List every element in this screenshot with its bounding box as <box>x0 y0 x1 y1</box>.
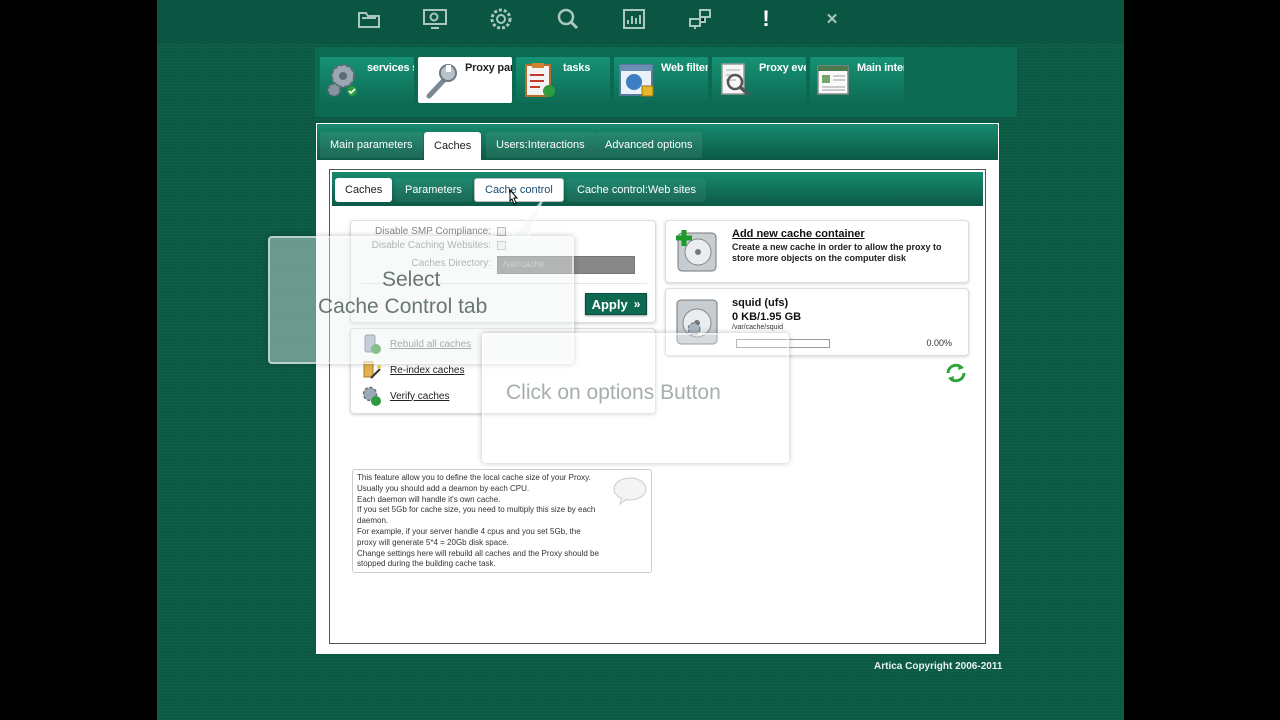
main-tab-bar: Main parameters Caches Users:Interaction… <box>317 124 998 160</box>
help-line: For example, if your server handle 4 cpu… <box>357 526 581 536</box>
magnifier-doc-icon <box>721 63 751 97</box>
chevron-right-icon: » <box>633 297 641 311</box>
cache-usage: 0 KB/1.95 GB <box>732 311 802 323</box>
category-label: tasks <box>563 62 591 74</box>
verify-caches-link[interactable]: Verify caches <box>361 385 449 407</box>
folder-icon[interactable] <box>356 7 382 31</box>
gear-icon[interactable] <box>488 7 514 31</box>
add-cache-description: Create a new cache in order to allow the… <box>732 242 942 263</box>
category-proxy-parameters[interactable]: Proxy para <box>418 57 512 103</box>
category-label: Proxy eve <box>759 62 806 74</box>
search-icon[interactable] <box>555 7 581 31</box>
footer-copyright: Artica Copyright 2006-2011 <box>874 661 1003 672</box>
category-proxy-events[interactable]: Proxy eve <box>712 57 806 103</box>
help-line: daemon. <box>357 516 389 526</box>
subtab-cache-control-websites[interactable]: Cache control:Web sites <box>567 178 707 202</box>
clipboard-icon <box>525 63 555 97</box>
document-icon <box>817 65 849 95</box>
category-tasks[interactable]: tasks <box>516 57 610 103</box>
gears-icon <box>327 64 357 97</box>
gears-check-icon <box>362 386 381 406</box>
help-line: stopped during the building cache task. <box>357 559 496 569</box>
close-icon[interactable]: ✕ <box>819 7 845 31</box>
add-cache-card[interactable]: Add new cache container Create a new cac… <box>665 220 969 283</box>
tab-main-parameters[interactable]: Main parameters <box>320 132 423 158</box>
tab-users-interactions[interactable]: Users:Interactions <box>486 132 595 158</box>
category-label: Web filteri <box>661 62 708 74</box>
chart-icon[interactable] <box>621 7 647 31</box>
tab-advanced-options[interactable]: Advanced options <box>595 132 703 158</box>
monitor-icon[interactable] <box>422 7 448 31</box>
category-bar: services s Proxy para tasks Web filteri … <box>315 47 1017 117</box>
category-label: Main inter <box>857 62 904 74</box>
callout-text-cache-control: Cache Control tab <box>318 295 488 318</box>
category-label: Proxy para <box>465 62 512 74</box>
apply-button[interactable]: Apply » <box>585 293 647 315</box>
add-cache-title[interactable]: Add new cache container <box>732 228 865 240</box>
category-main-interface[interactable]: Main inter <box>810 57 904 103</box>
help-line: Change settings here will rebuild all ca… <box>357 548 599 558</box>
cache-percent: 0.00% <box>926 338 952 348</box>
help-line: This feature allow you to define the loc… <box>357 473 591 482</box>
help-line: Usually you should add a deamon by each … <box>357 483 530 493</box>
mouse-cursor-icon <box>509 189 519 205</box>
web-lock-icon <box>619 64 654 97</box>
wrench-icon <box>426 64 457 99</box>
speech-bubble-icon <box>613 477 647 506</box>
callout-text-select: Select <box>382 268 441 291</box>
category-services[interactable]: services s <box>320 57 414 103</box>
help-line: Each daemon will handle it's own cache. <box>357 494 501 504</box>
action-label: Verify caches <box>390 390 450 402</box>
tab-caches[interactable]: Caches <box>424 132 482 160</box>
action-label: Re-index caches <box>390 364 465 376</box>
help-line: If you set 5Gb for cache size, you need … <box>357 505 596 515</box>
app-background: ! ✕ services s Proxy para tasks Web filt… <box>157 0 1124 720</box>
alert-icon[interactable]: ! <box>753 6 779 31</box>
help-line: proxy will generate 5*4 = 20Gb disk spac… <box>357 537 509 547</box>
refresh-icon[interactable] <box>944 362 968 384</box>
sub-tab-bar: Caches Parameters Cache control Cache co… <box>332 172 983 206</box>
subtab-caches[interactable]: Caches <box>335 178 393 202</box>
smp-checkbox[interactable] <box>497 227 506 236</box>
category-web-filtering[interactable]: Web filteri <box>614 57 708 103</box>
callout-text-options: Click on options Button <box>506 381 721 404</box>
subtab-parameters[interactable]: Parameters <box>395 178 472 202</box>
add-disk-icon <box>676 230 717 272</box>
network-icon[interactable] <box>687 7 713 31</box>
top-toolbar: ! ✕ <box>157 0 1124 44</box>
help-text: This feature allow you to define the loc… <box>352 469 652 573</box>
cache-path: /var/cache/squid <box>732 324 783 331</box>
apply-label: Apply <box>591 296 628 312</box>
category-label: services s <box>367 62 414 74</box>
cache-name: squid (ufs) <box>732 297 789 309</box>
